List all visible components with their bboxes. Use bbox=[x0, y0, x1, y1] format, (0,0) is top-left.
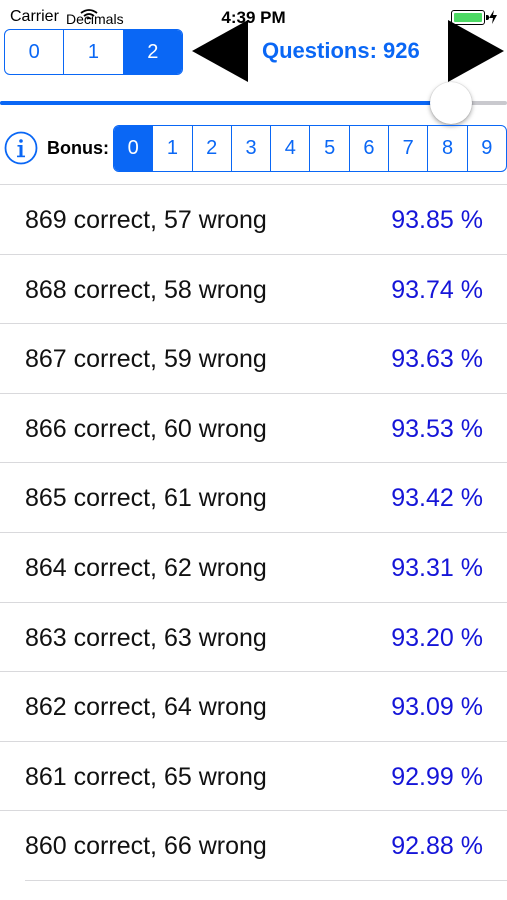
bonus-option-9[interactable]: 9 bbox=[466, 126, 506, 171]
result-percent: 93.42 % bbox=[391, 484, 483, 513]
result-row: 861 correct, 65 wrong 92.99 % bbox=[0, 740, 507, 811]
result-row: 864 correct, 62 wrong 93.31 % bbox=[0, 531, 507, 602]
list-bottom-separator bbox=[25, 880, 507, 881]
result-counts: 867 correct, 59 wrong bbox=[25, 345, 267, 374]
bonus-option-0[interactable]: 0 bbox=[114, 126, 153, 171]
result-counts: 861 correct, 65 wrong bbox=[25, 762, 267, 791]
result-percent: 93.63 % bbox=[391, 345, 483, 374]
result-row: 867 correct, 59 wrong 93.63 % bbox=[0, 323, 507, 393]
bonus-option-1[interactable]: 1 bbox=[152, 126, 191, 171]
decimals-segmented-control[interactable]: 012 bbox=[4, 29, 183, 75]
bonus-option-4[interactable]: 4 bbox=[270, 126, 309, 171]
result-row: 869 correct, 57 wrong 93.85 % bbox=[0, 184, 507, 254]
bonus-option-7[interactable]: 7 bbox=[388, 126, 427, 171]
triangle-right-icon[interactable] bbox=[448, 20, 504, 82]
result-row: 865 correct, 61 wrong 93.42 % bbox=[0, 462, 507, 532]
result-counts: 862 correct, 64 wrong bbox=[25, 693, 267, 722]
result-percent: 92.99 % bbox=[391, 762, 483, 791]
bonus-option-3[interactable]: 3 bbox=[230, 126, 270, 171]
result-counts: 864 correct, 62 wrong bbox=[25, 553, 267, 582]
questions-slider-fill bbox=[0, 101, 452, 105]
result-counts: 868 correct, 58 wrong bbox=[25, 275, 267, 304]
result-counts: 863 correct, 63 wrong bbox=[25, 623, 267, 652]
result-row: 863 correct, 63 wrong 93.20 % bbox=[0, 601, 507, 672]
questions-count-label: Questions: 926 bbox=[262, 38, 420, 63]
result-percent: 92.88 % bbox=[391, 832, 483, 861]
result-percent: 93.85 % bbox=[391, 206, 483, 234]
result-percent: 93.09 % bbox=[391, 693, 483, 722]
triangle-left-icon[interactable] bbox=[192, 20, 248, 82]
result-counts: 869 correct, 57 wrong bbox=[25, 206, 267, 234]
result-row: 860 correct, 66 wrong 92.88 % bbox=[0, 810, 507, 880]
decimals-option-0[interactable]: 0 bbox=[5, 30, 63, 74]
bonus-option-5[interactable]: 5 bbox=[309, 126, 348, 171]
result-counts: 866 correct, 60 wrong bbox=[25, 414, 267, 443]
result-percent: 93.20 % bbox=[391, 623, 483, 652]
result-counts: 860 correct, 66 wrong bbox=[25, 832, 267, 861]
result-row: 862 correct, 64 wrong 93.09 % bbox=[0, 671, 507, 741]
result-percent: 93.31 % bbox=[391, 553, 483, 582]
result-counts: 865 correct, 61 wrong bbox=[25, 484, 267, 513]
results-list: 869 correct, 57 wrong 93.85 % 868 correct,… bbox=[0, 184, 507, 880]
result-percent: 93.53 % bbox=[391, 414, 483, 443]
decimals-option-1[interactable]: 1 bbox=[63, 30, 122, 74]
result-percent: 93.74 % bbox=[391, 275, 483, 304]
bonus-option-6[interactable]: 6 bbox=[348, 126, 388, 171]
bonus-option-8[interactable]: 8 bbox=[427, 126, 466, 171]
questions-slider-thumb[interactable] bbox=[430, 82, 473, 124]
status-time: 4:39 PM bbox=[221, 8, 286, 27]
bonus-option-2[interactable]: 2 bbox=[191, 126, 231, 171]
bonus-label: Bonus: bbox=[47, 138, 109, 158]
decimals-option-2[interactable]: 2 bbox=[122, 30, 182, 74]
bonus-segmented-control[interactable]: 0123456789 bbox=[113, 125, 507, 172]
result-row: 868 correct, 58 wrong 93.74 % bbox=[0, 253, 507, 324]
info-icon[interactable] bbox=[4, 131, 38, 165]
result-row: 866 correct, 60 wrong 93.53 % bbox=[0, 392, 507, 463]
